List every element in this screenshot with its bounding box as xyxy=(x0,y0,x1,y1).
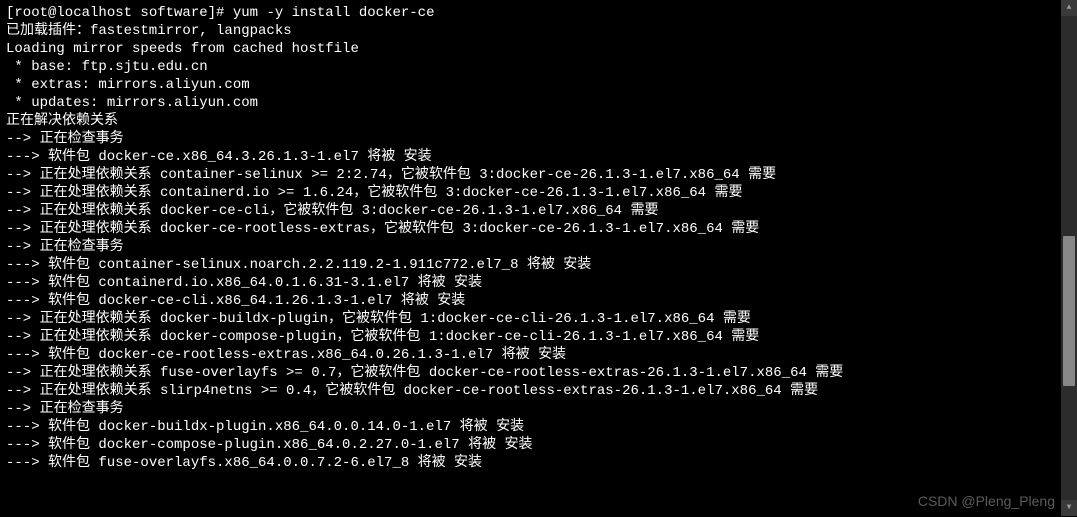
output-line: * base: ftp.sjtu.edu.cn xyxy=(6,58,1071,76)
output-line: --> 正在处理依赖关系 docker-ce-rootless-extras，它… xyxy=(6,220,1071,238)
watermark-text: CSDN @Pleng_Pleng xyxy=(918,492,1055,510)
output-line: --> 正在处理依赖关系 slirp4netns >= 0.4，它被软件包 do… xyxy=(6,382,1071,400)
terminal-output: [root@localhost software]# yum -y instal… xyxy=(6,4,1071,472)
output-line: ---> 软件包 fuse-overlayfs.x86_64.0.0.7.2-6… xyxy=(6,454,1071,472)
output-line: --> 正在检查事务 xyxy=(6,400,1071,418)
output-line: ---> 软件包 docker-buildx-plugin.x86_64.0.0… xyxy=(6,418,1071,436)
command-text: yum -y install docker-ce xyxy=(233,5,435,21)
output-line: --> 正在处理依赖关系 docker-compose-plugin，它被软件包… xyxy=(6,328,1071,346)
output-line: --> 正在检查事务 xyxy=(6,130,1071,148)
output-line: ---> 软件包 containerd.io.x86_64.0.1.6.31-3… xyxy=(6,274,1071,292)
scroll-thumb[interactable] xyxy=(1063,236,1075,386)
vertical-scrollbar[interactable]: ▲ ▼ xyxy=(1061,0,1077,516)
output-line: ---> 软件包 docker-ce-rootless-extras.x86_6… xyxy=(6,346,1071,364)
prompt-line: [root@localhost software]# yum -y instal… xyxy=(6,4,1071,22)
output-line: ---> 软件包 docker-ce.x86_64.3.26.1.3-1.el7… xyxy=(6,148,1071,166)
output-line: ---> 软件包 docker-ce-cli.x86_64.1.26.1.3-1… xyxy=(6,292,1071,310)
output-line: * extras: mirrors.aliyun.com xyxy=(6,76,1071,94)
output-line: Loading mirror speeds from cached hostfi… xyxy=(6,40,1071,58)
output-line: --> 正在处理依赖关系 docker-ce-cli，它被软件包 3:docke… xyxy=(6,202,1071,220)
output-line: 已加载插件：fastestmirror, langpacks xyxy=(6,22,1071,40)
output-line: ---> 软件包 docker-compose-plugin.x86_64.0.… xyxy=(6,436,1071,454)
output-line: --> 正在检查事务 xyxy=(6,238,1071,256)
scroll-up-arrow-icon[interactable]: ▲ xyxy=(1061,0,1077,16)
scroll-down-arrow-icon[interactable]: ▼ xyxy=(1061,500,1077,516)
output-line: ---> 软件包 container-selinux.noarch.2.2.11… xyxy=(6,256,1071,274)
output-line: --> 正在处理依赖关系 fuse-overlayfs >= 0.7，它被软件包… xyxy=(6,364,1071,382)
shell-prompt: [root@localhost software]# xyxy=(6,5,233,21)
scroll-track[interactable] xyxy=(1061,16,1077,500)
output-line: * updates: mirrors.aliyun.com xyxy=(6,94,1071,112)
output-line: 正在解决依赖关系 xyxy=(6,112,1071,130)
output-line: --> 正在处理依赖关系 containerd.io >= 1.6.24，它被软… xyxy=(6,184,1071,202)
output-line: --> 正在处理依赖关系 container-selinux >= 2:2.74… xyxy=(6,166,1071,184)
output-line: --> 正在处理依赖关系 docker-buildx-plugin，它被软件包 … xyxy=(6,310,1071,328)
